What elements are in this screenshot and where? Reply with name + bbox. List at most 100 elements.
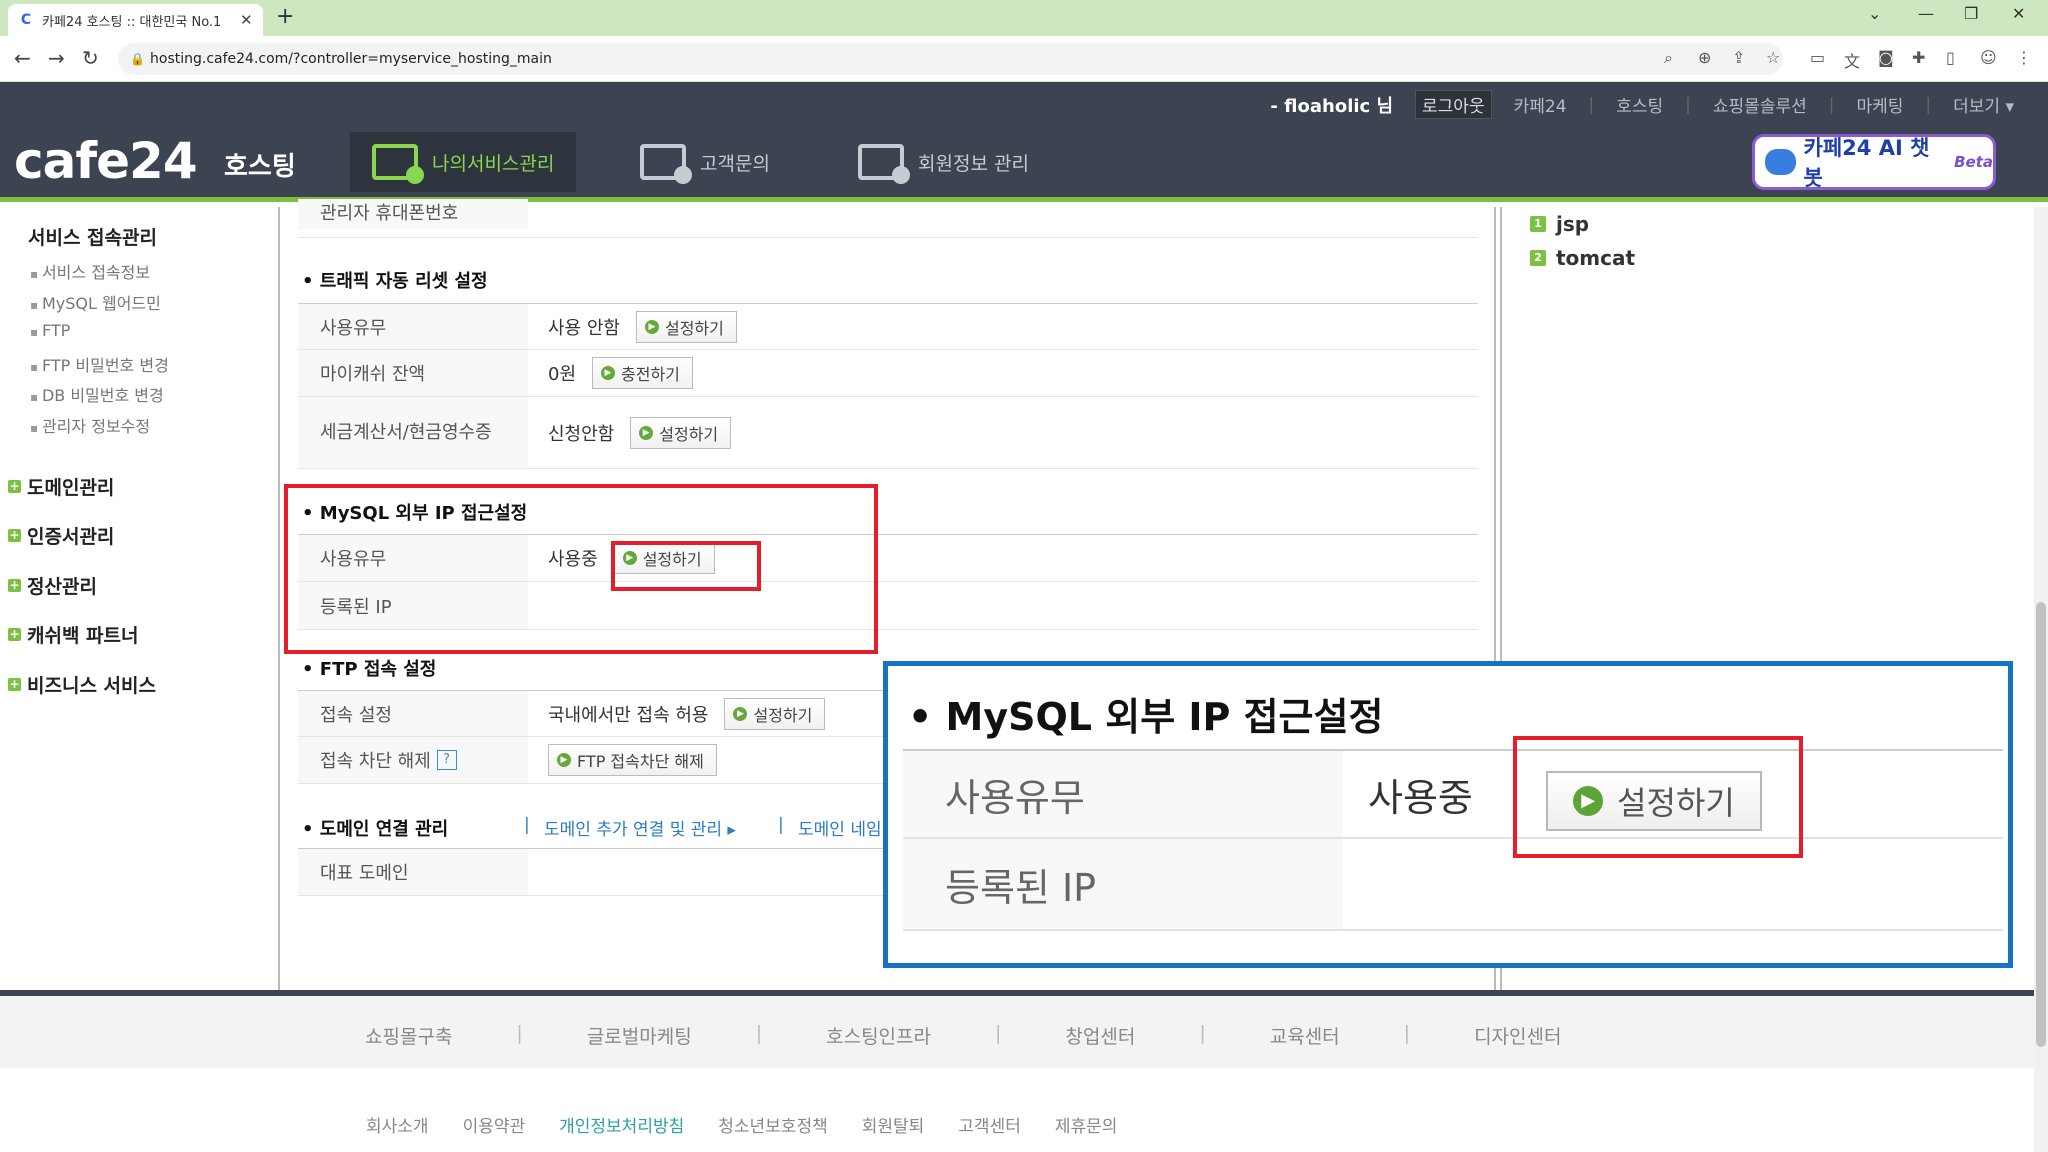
divider: | [1828,94,1835,115]
chatbot-icon [1765,149,1796,175]
nav-my-services[interactable]: 나의서비스관리 [350,132,577,192]
charge-button[interactable]: ▶ 충전하기 [592,357,693,389]
bookmark-star-icon[interactable]: ☆ [1766,48,1780,67]
list-item[interactable]: 1 jsp [1530,212,1589,236]
footer-link-support[interactable]: 고객센터 [958,1112,1021,1137]
footer-policies: 회사소개 이용약관 개인정보처리방침 청소년보호정책 회원탈퇴 고객센터 제휴문… [0,1068,2048,1152]
highlight-box-zoomed-button [1513,736,1803,858]
scrollbar-thumb[interactable] [2036,602,2046,1047]
logout-button[interactable]: 로그아웃 [1415,90,1492,119]
ftp-unblock-button[interactable]: ▶ FTP 접속차단 해제 [548,744,717,776]
sidebar-item-billing[interactable]: + 정산관리 [8,572,97,599]
cafe24-logo[interactable]: cafe24 [14,132,198,190]
sidebar-item-db-password[interactable]: DB 비밀번호 변경 [30,382,164,406]
number-badge: 1 [1530,216,1546,232]
nav-label: 고객문의 [700,152,770,175]
button-label: FTP 접속차단 해제 [577,752,704,771]
link-hosting[interactable]: 호스팅 [1616,92,1663,117]
cast-icon[interactable]: ▭ [1810,48,1825,67]
sidepanel-icon[interactable]: ▯ [1946,48,1955,67]
logo-subtitle: 호스팅 [224,152,296,182]
more-menu-button[interactable]: 더보기 ▾ [1953,92,2014,117]
tab-search-icon[interactable]: ⌄ [1868,4,1881,23]
close-window-button[interactable]: ✕ [2012,4,2025,23]
back-button[interactable]: ← [14,46,31,70]
divider: | [995,1022,1002,1044]
extensions-icon[interactable]: ✚ [1912,48,1925,67]
expand-icon: + [8,677,21,691]
sidebar-item-ftp[interactable]: FTP [30,321,70,340]
camera-icon[interactable]: ◙ [1878,48,1894,67]
highlight-box-settings-button [611,541,761,591]
link-shopping-solution[interactable]: 쇼핑몰솔루션 [1713,92,1807,117]
nav-member-info[interactable]: 회원정보 관리 [836,132,1051,192]
footer-link[interactable]: 글로벌마케팅 [587,1022,692,1049]
zoomed-row: 사용유무 사용중 ▶ 설정하기 [903,749,2003,839]
help-icon[interactable]: ? [436,750,457,770]
service-management-icon [372,144,424,184]
ftp-access-settings-button[interactable]: ▶ 설정하기 [724,697,826,730]
expand-icon: + [8,528,21,542]
tax-invoice-settings-button[interactable]: ▶ 설정하기 [630,416,732,449]
page-scrollbar[interactable] [2034,207,2048,1152]
sidebar-section-title[interactable]: 서비스 접속관리 [28,223,157,250]
sidebar-item-business[interactable]: + 비즈니스 서비스 [8,671,156,698]
button-label: 설정하기 [659,424,719,444]
url-text: hosting.cafe24.com/?controller=myservice… [150,51,552,67]
share-icon[interactable]: ⇪ [1732,48,1745,67]
reload-button[interactable]: ↻ [82,46,99,70]
sidebar-item-domain[interactable]: + 도메인관리 [8,473,114,500]
list-item[interactable]: 2 tomcat [1530,246,1635,270]
forward-button[interactable]: → [48,46,65,70]
section-title-ftp: FTP 접속 설정 [302,655,437,681]
table-row: 관리자 휴대폰번호 [298,199,1478,238]
footer-link-privacy[interactable]: 개인정보처리방침 [559,1112,684,1137]
footer-link[interactable]: 쇼핑몰구축 [365,1022,452,1049]
restore-button[interactable]: ❐ [1964,4,1978,23]
sidebar-item-admin-info[interactable]: 관리자 정보수정 [30,413,150,437]
search-icon[interactable]: ⌕ [1664,48,1673,68]
footer-link[interactable]: 호스팅인프라 [826,1022,931,1049]
domain-name-link[interactable]: 도메인 네임 [798,815,882,840]
footer-link[interactable]: 디자인센터 [1474,1022,1561,1049]
beta-badge: Beta [1954,153,1993,171]
sidebar-item-cashback[interactable]: + 캐쉬백 파트너 [8,621,139,648]
row-value: 국내에서만 접속 허용 [548,704,709,726]
translate-icon[interactable]: 文 [1844,48,1860,72]
link-cafe24[interactable]: 카페24 [1514,92,1567,117]
zoomed-row-label: 등록된 IP [903,839,1343,929]
footer-link-company[interactable]: 회사소개 [366,1112,429,1137]
ai-chatbot-button[interactable]: 카페24 AI 챗봇 Beta [1752,134,1996,190]
zoomed-row: 등록된 IP [903,839,2003,931]
nav-label: 나의서비스관리 [432,152,555,175]
sidebar-item-mysql-webadmin[interactable]: MySQL 웹어드민 [30,290,161,314]
footer-link[interactable]: 교육센터 [1270,1022,1340,1049]
footer-link-partnership[interactable]: 제휴문의 [1055,1112,1118,1137]
traffic-settings-button[interactable]: ▶ 설정하기 [635,310,737,343]
minimize-button[interactable]: — [1918,4,1934,23]
zoomed-section-title: MySQL 외부 IP 접근설정 [908,686,1384,741]
footer-link-terms[interactable]: 이용약관 [463,1112,526,1137]
browser-tab[interactable]: C 카페24 호스팅 :: 대한민국 No.1 ✕ [8,4,263,36]
nav-label: 회원정보 관리 [918,152,1029,175]
domain-add-link[interactable]: 도메인 추가 연결 및 관리 ▸ [544,815,736,840]
sidebar-item-service-access-info[interactable]: 서비스 접속정보 [30,259,150,283]
sidebar-item-ftp-password[interactable]: FTP 비밀번호 변경 [30,352,169,376]
footer-link[interactable]: 창업센터 [1065,1022,1135,1049]
button-label: 설정하기 [753,705,813,725]
row-label: 관리자 휴대폰번호 [298,199,528,229]
footer-link-youth[interactable]: 청소년보호정책 [718,1112,827,1137]
site-utility-bar: - floaholic 님 로그아웃 카페24 | 호스팅 | 쇼핑몰솔루션 |… [0,82,2048,122]
zoom-icon[interactable]: ⊕ [1698,48,1711,67]
footer-link-withdraw[interactable]: 회원탈퇴 [862,1112,925,1137]
sidebar-item-label: 도메인관리 [27,477,115,499]
kebab-menu-icon[interactable]: ⋮ [2016,48,2032,67]
link-marketing[interactable]: 마케팅 [1856,92,1903,117]
sidebar-item-certificate[interactable]: + 인증서관리 [8,522,114,549]
new-tab-button[interactable]: + [276,4,294,29]
profile-avatar-icon[interactable]: ☺ [1980,48,1997,67]
nav-customer-inquiry[interactable]: 고객문의 [618,132,792,192]
link-label: 도메인 추가 연결 및 관리 [544,820,723,840]
url-field[interactable]: 🔒 hosting.cafe24.com/?controller=myservi… [118,43,1783,75]
close-tab-icon[interactable]: ✕ [240,11,253,29]
